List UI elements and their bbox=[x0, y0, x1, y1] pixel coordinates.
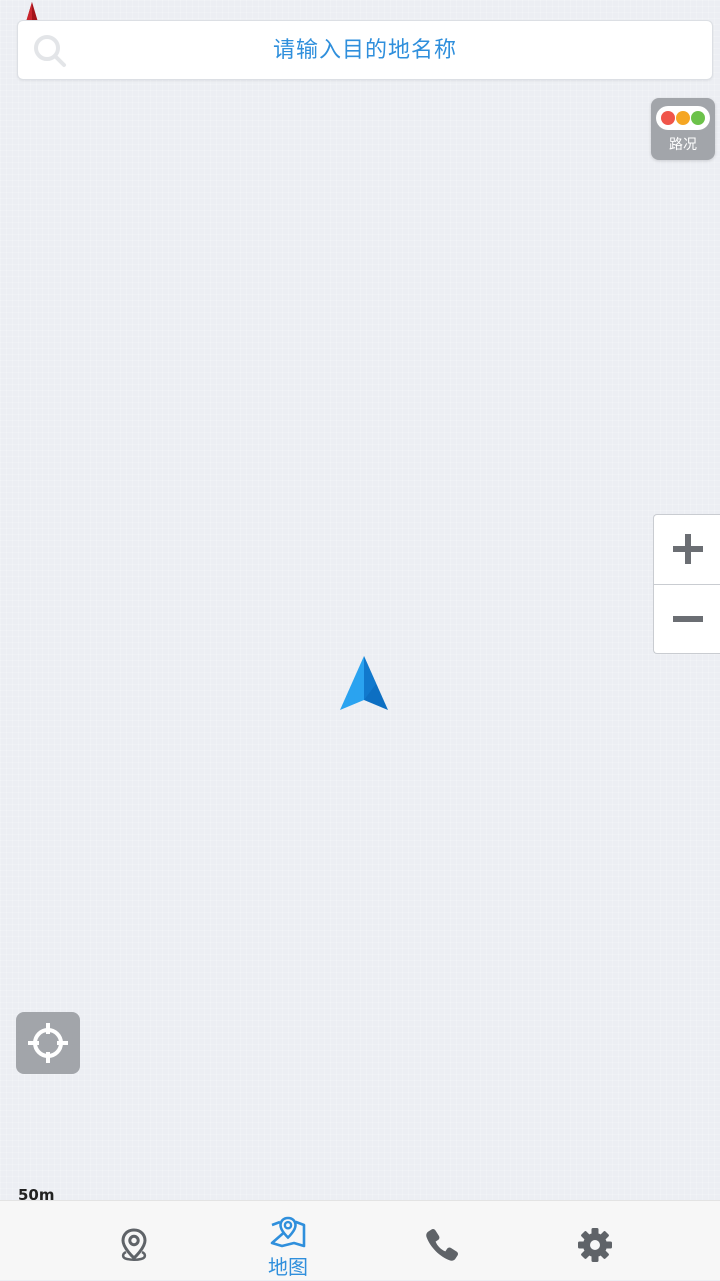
nav-item-settings[interactable] bbox=[555, 1201, 635, 1281]
map-view[interactable] bbox=[0, 0, 720, 1200]
zoom-out-button[interactable] bbox=[654, 585, 720, 654]
crosshair-icon bbox=[28, 1023, 68, 1063]
search-placeholder: 请输入目的地名称 bbox=[272, 38, 457, 63]
map-scale-label: 50m bbox=[18, 1186, 55, 1200]
nav-item-location[interactable] bbox=[94, 1201, 174, 1281]
location-pin-icon bbox=[121, 1228, 147, 1261]
traffic-toggle-button[interactable]: 路况 bbox=[651, 98, 715, 160]
gear-icon bbox=[578, 1228, 612, 1262]
current-location-arrow-icon bbox=[340, 656, 388, 710]
traffic-light-icon bbox=[656, 106, 710, 130]
traffic-light-yellow bbox=[676, 111, 690, 125]
search-bar[interactable]: 请输入目的地名称 bbox=[17, 20, 713, 80]
bottom-nav: 地图 bbox=[0, 1200, 720, 1280]
phone-icon bbox=[426, 1228, 459, 1261]
traffic-light-red bbox=[661, 111, 675, 125]
nav-item-map[interactable]: 地图 bbox=[248, 1201, 328, 1281]
minus-icon bbox=[673, 616, 703, 622]
nav-item-map-label: 地图 bbox=[268, 1255, 308, 1279]
traffic-light-green bbox=[691, 111, 705, 125]
traffic-label: 路况 bbox=[669, 137, 697, 153]
plus-icon bbox=[673, 534, 703, 564]
map-icon bbox=[270, 1216, 306, 1248]
nav-item-phone[interactable] bbox=[402, 1201, 482, 1281]
zoom-in-button[interactable] bbox=[654, 515, 720, 584]
locate-me-button[interactable] bbox=[16, 1012, 80, 1074]
zoom-control bbox=[653, 514, 720, 654]
